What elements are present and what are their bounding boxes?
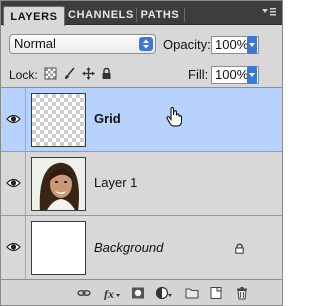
delete-layer-trash-icon[interactable]: [235, 286, 249, 300]
lock-position-move-icon[interactable]: [82, 67, 95, 80]
tab-layers[interactable]: LAYERS: [3, 6, 65, 26]
layer-row-grid[interactable]: Grid: [1, 88, 282, 152]
layer-row-background[interactable]: Background: [1, 216, 282, 280]
layers-panel: LAYERS CHANNELS PATHS Normal Opacity: 10…: [0, 0, 283, 306]
layer-row-layer-1[interactable]: Layer 1: [1, 152, 282, 216]
layer-thumbnail-white: [31, 221, 86, 275]
adjustment-layer-icon[interactable]: [155, 286, 173, 300]
eye-icon: [6, 114, 21, 124]
select-arrows-icon: [139, 37, 153, 51]
layer-thumbnail-photo: [31, 157, 86, 211]
opacity-dropdown-icon[interactable]: [247, 36, 257, 54]
opacity-field[interactable]: 100%: [211, 36, 259, 54]
layers-bottom-toolbar: fx: [1, 279, 282, 305]
fill-dropdown-icon[interactable]: [247, 66, 257, 84]
layer-name[interactable]: Background: [94, 240, 163, 255]
hand-cursor-icon: [166, 107, 182, 127]
eye-icon: [6, 242, 21, 252]
eye-icon: [6, 178, 21, 188]
visibility-toggle[interactable]: [1, 216, 26, 279]
tab-strip: LAYERS CHANNELS PATHS: [1, 1, 282, 26]
visibility-toggle[interactable]: [1, 152, 26, 215]
lock-icon: [235, 243, 244, 254]
layers-list: Grid Layer 1 Background: [1, 87, 282, 280]
new-layer-icon[interactable]: [209, 286, 223, 300]
layer-name[interactable]: Grid: [94, 111, 121, 126]
lock-transparency-icon[interactable]: [44, 67, 57, 80]
fill-label: Fill:: [188, 67, 209, 82]
lock-all-padlock-icon[interactable]: [100, 67, 113, 80]
tab-divider: [136, 8, 137, 22]
svg-text:fx: fx: [104, 287, 114, 300]
tab-channels[interactable]: CHANNELS: [67, 5, 135, 25]
opacity-label: Opacity:: [163, 37, 211, 52]
panel-menu-icon[interactable]: [262, 7, 276, 19]
portrait-photo-image: [32, 158, 85, 210]
blend-mode-select[interactable]: Normal: [9, 34, 156, 54]
opacity-value: 100%: [215, 37, 249, 52]
fill-field[interactable]: 100%: [211, 66, 259, 84]
visibility-toggle[interactable]: [1, 88, 26, 151]
tab-divider: [184, 8, 185, 22]
lock-pixels-brush-icon[interactable]: [63, 67, 76, 80]
add-mask-icon[interactable]: [131, 286, 145, 300]
layer-name[interactable]: Layer 1: [94, 175, 137, 190]
fill-value: 100%: [215, 67, 249, 82]
lock-label: Lock:: [9, 68, 38, 82]
new-group-folder-icon[interactable]: [185, 286, 199, 300]
blend-mode-value: Normal: [14, 36, 56, 51]
layer-thumbnail-transparent: [31, 93, 86, 147]
fx-icon[interactable]: fx: [103, 286, 121, 300]
tab-paths[interactable]: PATHS: [138, 5, 182, 25]
link-layers-icon[interactable]: [77, 286, 91, 300]
